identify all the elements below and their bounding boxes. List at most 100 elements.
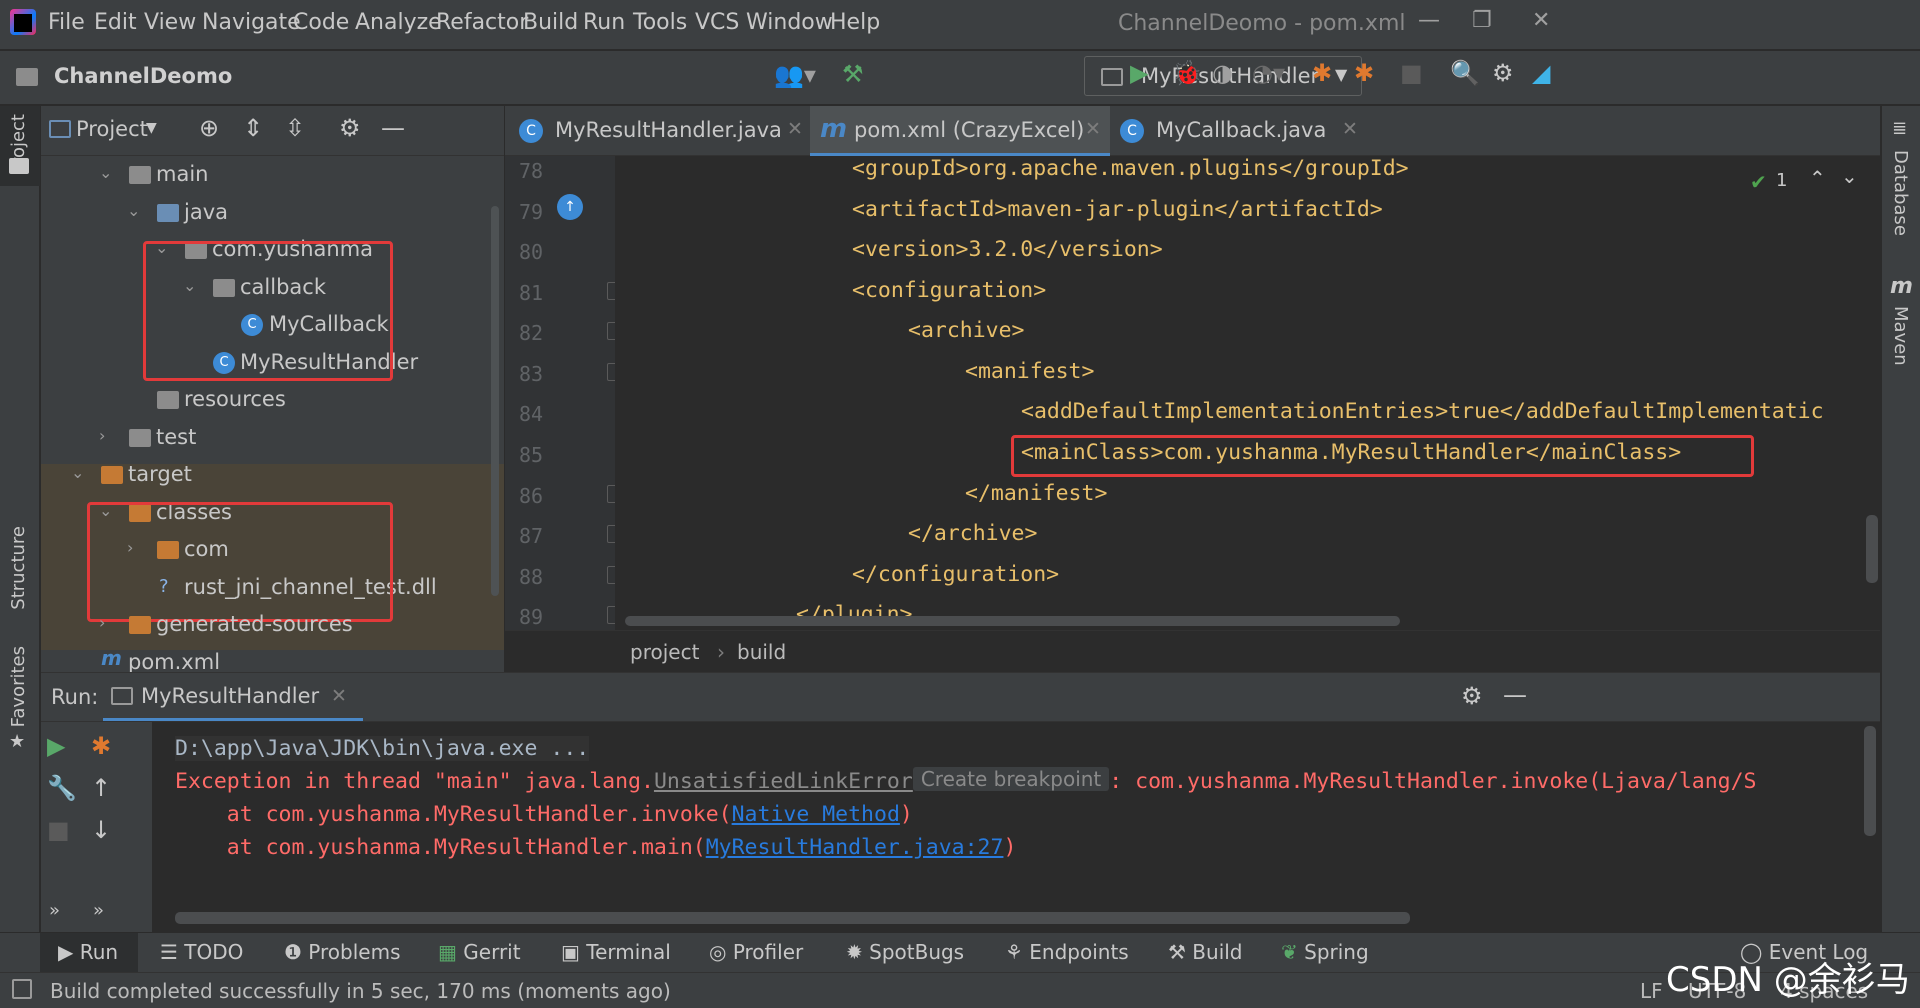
bottom-tab-spotbugs[interactable]: ✹ SpotBugs: [846, 940, 964, 964]
inspection-ok-icon[interactable]: ✔: [1750, 170, 1767, 194]
database-tool-button[interactable]: Database: [1890, 150, 1911, 236]
close-icon[interactable]: ✕: [331, 685, 347, 707]
restore-icon[interactable]: ❐: [1472, 8, 1492, 33]
gear-icon[interactable]: ⚙: [339, 114, 361, 142]
menu-run[interactable]: Run: [583, 10, 625, 35]
collapse-all-icon[interactable]: ⇳: [285, 114, 305, 142]
status-layout-icon[interactable]: [12, 979, 32, 999]
menu-tools[interactable]: Tools: [633, 10, 687, 35]
menu-view[interactable]: View: [144, 10, 196, 35]
bottom-tab-build[interactable]: ⚒ Build: [1168, 940, 1243, 964]
menu-help[interactable]: Help: [830, 10, 880, 35]
tree-item-main[interactable]: ⌄ main: [41, 158, 504, 195]
close-icon[interactable]: ✕: [1342, 118, 1358, 140]
expand-all-icon[interactable]: ⇕: [243, 114, 263, 142]
bottom-tab-gerrit[interactable]: ▦ Gerrit: [438, 940, 521, 964]
menu-window[interactable]: Window: [746, 10, 833, 35]
chevron-down-icon[interactable]: ▼: [146, 120, 157, 136]
breadcrumb-build[interactable]: build: [737, 640, 786, 664]
menu-build[interactable]: Build: [523, 10, 578, 35]
menu-file[interactable]: File: [48, 10, 85, 35]
minimize-icon[interactable]: —: [1418, 8, 1440, 33]
hotswap-icon[interactable]: ✱: [1354, 59, 1374, 87]
tab-myresulthandler[interactable]: C MyResultHandler.java ✕: [505, 106, 810, 156]
run-icon[interactable]: ▶: [1130, 59, 1148, 87]
tab-mycallback[interactable]: C MyCallback.java ✕: [1110, 106, 1358, 156]
menu-edit[interactable]: Edit: [94, 10, 137, 35]
menu-analyze[interactable]: Analyze: [355, 10, 442, 35]
bottom-tab-run[interactable]: ▶ Run: [58, 940, 118, 964]
chevron-right-icon[interactable]: ›: [99, 426, 105, 445]
up-arrow-icon[interactable]: ↑: [91, 774, 111, 802]
search-icon[interactable]: 🔍: [1450, 59, 1480, 87]
tab-pom-xml[interactable]: m pom.xml (CrazyExcel) ✕: [810, 106, 1110, 156]
user-icon[interactable]: 👥▾: [774, 61, 816, 89]
chevron-down-icon[interactable]: ⌄: [71, 463, 84, 482]
create-breakpoint-tooltip[interactable]: Create breakpoint: [912, 767, 1110, 791]
stop-icon[interactable]: ■: [1400, 59, 1423, 87]
tree-item-resources[interactable]: resources: [41, 383, 504, 420]
debug-icon[interactable]: 🐞: [1172, 59, 1202, 87]
menu-refactor[interactable]: Refactor: [436, 10, 528, 35]
chevron-down-icon[interactable]: ⌄: [99, 163, 112, 182]
menu-vcs[interactable]: VCS: [695, 10, 739, 35]
tree-item-pom[interactable]: m pom.xml: [41, 646, 504, 672]
settings-gear-icon[interactable]: ⚙: [1461, 682, 1483, 710]
menu-code[interactable]: Code: [293, 10, 349, 35]
tree-item-target[interactable]: ⌄ target: [41, 458, 504, 495]
tree-item-java[interactable]: ⌄ java: [41, 196, 504, 233]
hide-icon[interactable]: —: [381, 114, 405, 142]
profile-icon[interactable]: ◔▾: [1252, 59, 1285, 87]
bottom-tab-todo[interactable]: ☰ TODO: [160, 940, 243, 964]
tree-item-generated-sources[interactable]: › generated-sources: [41, 608, 504, 645]
coverage-icon[interactable]: ◑: [1212, 59, 1233, 87]
settings-gear-icon[interactable]: ⚙: [1492, 59, 1514, 87]
chevron-right-icon[interactable]: ›: [99, 613, 105, 632]
exception-class-link[interactable]: UnsatisfiedLinkError: [654, 769, 913, 794]
down-arrow-icon[interactable]: ↓: [91, 816, 111, 844]
project-name[interactable]: ChannelDeomo: [54, 64, 232, 88]
bottom-tab-terminal[interactable]: ▣ Terminal: [561, 940, 671, 964]
code-with-me-icon[interactable]: ◢: [1532, 59, 1550, 87]
bottom-tab-profiler[interactable]: ◎ Profiler: [709, 940, 803, 964]
previous-highlight-icon[interactable]: ⌃: [1809, 166, 1826, 190]
close-icon[interactable]: ✕: [787, 118, 803, 140]
scrollbar[interactable]: [491, 206, 499, 596]
rerun-icon[interactable]: ▶: [47, 732, 65, 760]
run-tab-myresulthandler[interactable]: MyResultHandler ✕: [103, 673, 363, 721]
stop-icon[interactable]: ■: [47, 816, 70, 844]
attach-debugger-icon[interactable]: ✱: [91, 732, 111, 760]
wrench-icon[interactable]: 🔧: [47, 774, 77, 802]
close-icon[interactable]: ✕: [1532, 8, 1550, 33]
line-separator[interactable]: LF: [1640, 979, 1663, 1003]
breadcrumb-project[interactable]: project: [630, 640, 699, 664]
chevron-down-icon[interactable]: ⌄: [127, 201, 140, 220]
status-message[interactable]: Build completed successfully in 5 sec, 1…: [50, 979, 671, 1003]
horizontal-scrollbar[interactable]: [625, 616, 1400, 626]
bottom-tab-problems[interactable]: ❶ Problems: [284, 940, 400, 964]
code-editor[interactable]: <groupId>org.apache.maven.plugins</group…: [615, 156, 1880, 630]
more-icon[interactable]: »: [93, 900, 104, 921]
maven-tool-button[interactable]: Maven: [1890, 306, 1911, 366]
hide-icon[interactable]: —: [1503, 681, 1527, 709]
favorites-tool-button[interactable]: Favorites: [8, 646, 29, 727]
close-icon[interactable]: ✕: [1085, 118, 1101, 140]
run-console[interactable]: D:\app\Java\JDK\bin\java.exe ... Excepti…: [152, 722, 1880, 932]
more-icon[interactable]: »: [49, 900, 60, 921]
vertical-scrollbar[interactable]: [1864, 726, 1876, 836]
tree-item-test[interactable]: › test: [41, 421, 504, 458]
locate-icon[interactable]: ⊕: [199, 114, 219, 142]
horizontal-scrollbar[interactable]: [175, 912, 1410, 924]
source-file-link[interactable]: MyResultHandler.java:27: [706, 835, 1004, 860]
bottom-tab-endpoints[interactable]: ⚘ Endpoints: [1005, 940, 1129, 964]
structure-tool-button[interactable]: Structure: [8, 526, 29, 610]
next-highlight-icon[interactable]: ⌄: [1841, 164, 1858, 188]
build-hammer-icon[interactable]: ⚒: [842, 60, 864, 88]
override-marker-icon[interactable]: ↑: [557, 194, 583, 220]
bottom-tab-spring[interactable]: ❦ Spring: [1281, 940, 1369, 964]
project-view-select[interactable]: Project: [76, 117, 148, 141]
menu-navigate[interactable]: Navigate: [202, 10, 301, 35]
vertical-scrollbar[interactable]: [1866, 515, 1878, 583]
native-method-link[interactable]: Native Method: [732, 802, 900, 827]
attach-icon[interactable]: ✱: [1312, 59, 1332, 87]
